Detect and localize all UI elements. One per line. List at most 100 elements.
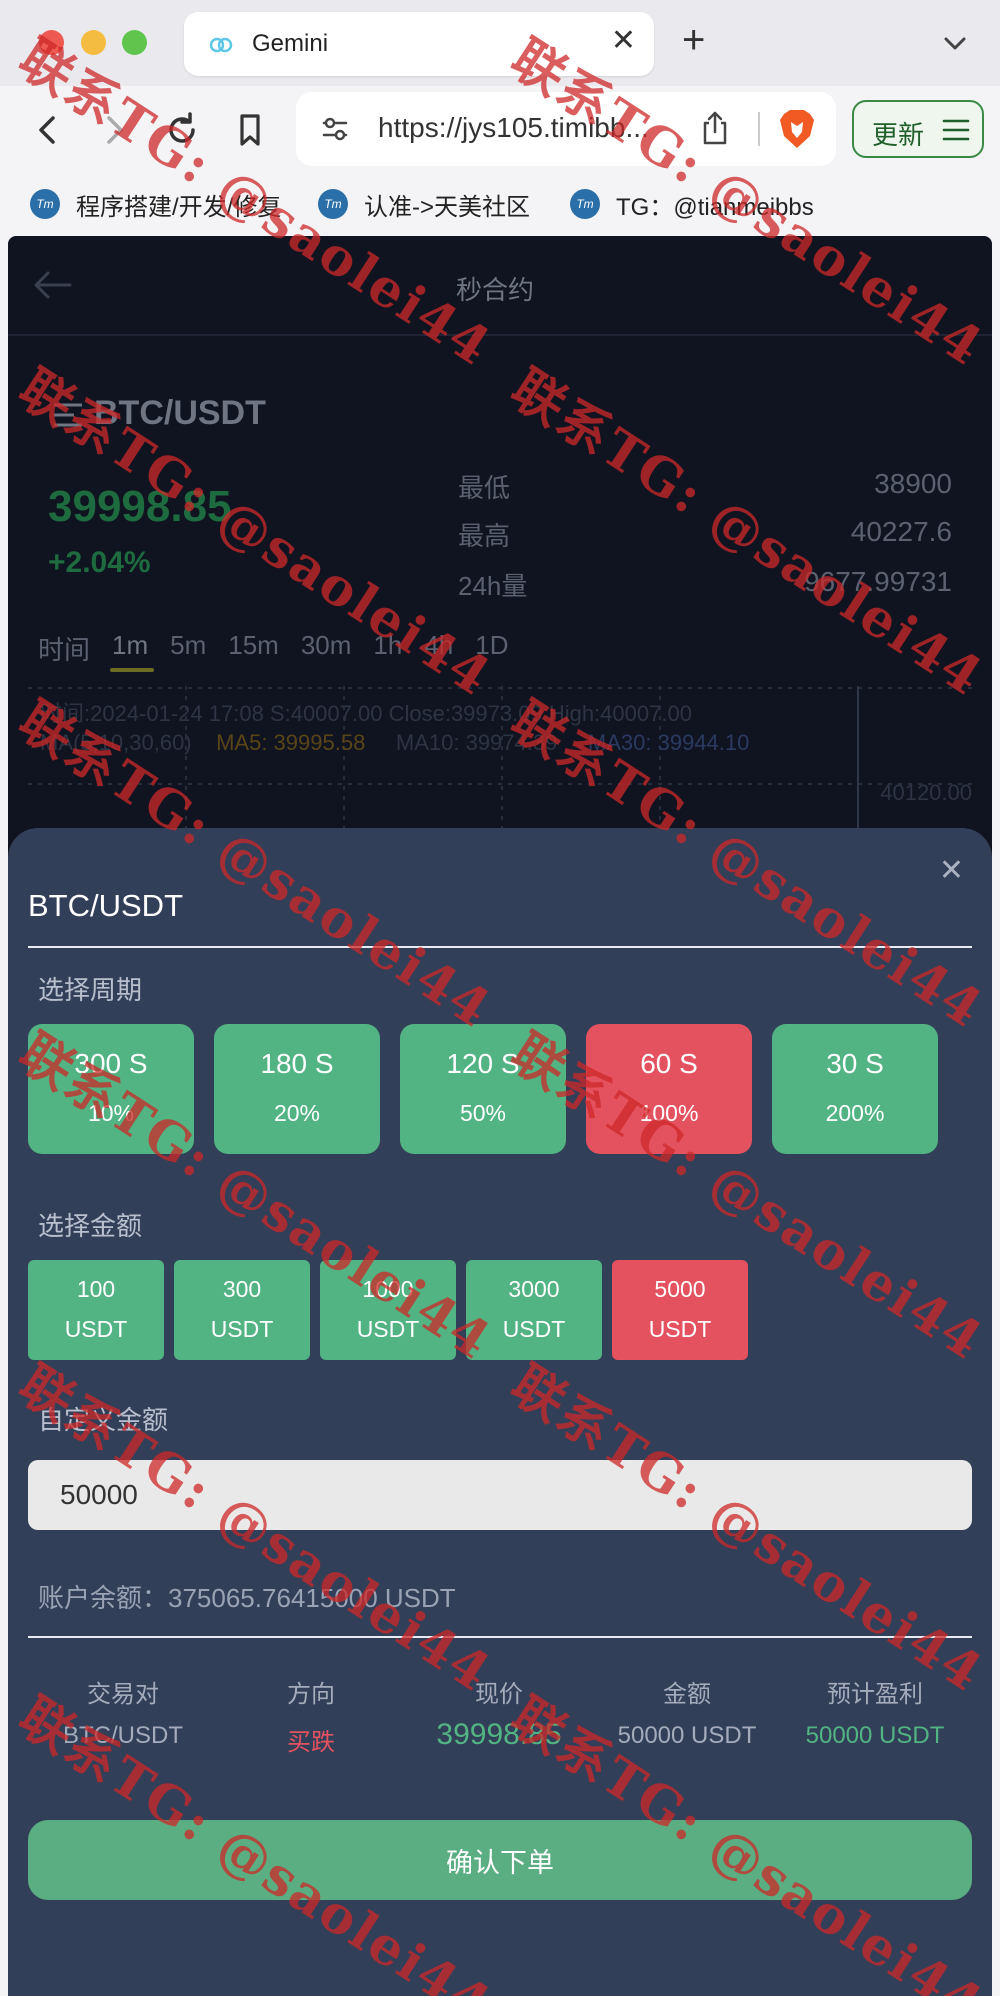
- amount-option-1000[interactable]: 1000 USDT: [320, 1260, 456, 1360]
- bookmark-label: 程序搭建/开发/修复: [76, 193, 282, 221]
- hamburger-icon: [942, 119, 970, 141]
- period-rate: 50%: [459, 1100, 507, 1126]
- update-button[interactable]: 更新: [852, 100, 984, 158]
- summary-value-pair: BTC/USDT: [63, 1722, 183, 1749]
- current-price: 39998.85: [48, 482, 232, 531]
- summary-header-pair: 交易对: [87, 1681, 159, 1708]
- time-tab-15m[interactable]: 15m: [228, 630, 279, 667]
- brave-lion-icon[interactable]: [778, 108, 816, 150]
- stat-label-low: 最低: [458, 473, 511, 503]
- amount-value: 3000: [508, 1276, 560, 1302]
- confirm-order-button[interactable]: 确认下单: [28, 1820, 972, 1900]
- back-arrow-icon[interactable]: [32, 270, 74, 300]
- time-tabs: 时间 1m 5m 15m 30m 1h 4h 1D: [38, 630, 509, 667]
- chart-ma30: MA30: 39944.10: [587, 730, 750, 755]
- amount-option-5000[interactable]: 5000 USDT: [612, 1260, 748, 1360]
- amount-option-300[interactable]: 300 USDT: [174, 1260, 310, 1360]
- sheet-title: BTC/USDT: [28, 888, 183, 923]
- amount-value: 5000: [654, 1276, 706, 1302]
- amount-value: 300: [222, 1276, 262, 1302]
- custom-amount-label: 自定义金额: [38, 1405, 169, 1435]
- time-tab-label: 时间: [38, 635, 91, 665]
- browser-tab-gemini[interactable]: Gemini ✕: [184, 12, 654, 76]
- address-bar-divider: [758, 112, 760, 146]
- tm-site-icon: Tm: [30, 189, 60, 219]
- period-section-label: 选择周期: [38, 975, 143, 1005]
- amount-section-label: 选择金额: [38, 1211, 143, 1241]
- period-option-60s[interactable]: 60 S 100%: [586, 1024, 752, 1154]
- time-tab-1h[interactable]: 1h: [373, 630, 402, 667]
- custom-amount-input[interactable]: [28, 1460, 972, 1530]
- amount-unit: USDT: [502, 1316, 566, 1342]
- tab-list-chevron-down-icon[interactable]: [940, 28, 970, 58]
- bookmark-item[interactable]: Tm 认准->天美社区: [318, 186, 530, 222]
- summary-header-amount: 金额: [663, 1681, 711, 1708]
- time-tab-1m[interactable]: 1m: [112, 630, 148, 667]
- tune-icon[interactable]: [320, 114, 350, 144]
- stat-label-volume: 24h量: [458, 571, 528, 601]
- period-rate: 20%: [273, 1100, 321, 1126]
- chart-ma5: MA5: 39995.58: [216, 730, 366, 755]
- period-option-180s[interactable]: 180 S 20%: [214, 1024, 380, 1154]
- back-icon[interactable]: [26, 108, 70, 152]
- amount-unit: USDT: [648, 1316, 712, 1342]
- amount-unit: USDT: [356, 1316, 420, 1342]
- chart-ma10: MA10: 39974.39: [395, 730, 558, 755]
- window-close-button[interactable]: [39, 30, 64, 55]
- bookmark-label: TG：@tianmeibbs: [616, 193, 814, 221]
- menu-icon: [54, 403, 82, 427]
- price-change: +2.04%: [48, 546, 151, 579]
- tm-site-icon: Tm: [318, 189, 348, 219]
- time-tab-30m[interactable]: 30m: [301, 630, 352, 667]
- summary-header-profit: 预计盈利: [827, 1681, 923, 1708]
- bookmark-item[interactable]: Tm TG：@tianmeibbs: [570, 186, 814, 222]
- summary-value-amount: 50000 USDT: [617, 1722, 757, 1749]
- tm-site-icon: Tm: [570, 189, 600, 219]
- close-icon[interactable]: ✕: [939, 856, 964, 886]
- period-duration: 120 S: [446, 1048, 520, 1079]
- order-sheet: ✕ BTC/USDT 选择周期 300 S 10% 180 S 20% 120 …: [8, 828, 992, 1996]
- period-duration: 300 S: [74, 1048, 148, 1079]
- new-tab-plus-icon[interactable]: +: [682, 20, 705, 60]
- window-maximize-button[interactable]: [122, 30, 147, 55]
- bookmark-item[interactable]: Tm 程序搭建/开发/修复: [30, 186, 281, 222]
- pair-selector[interactable]: BTC/USDT: [52, 394, 266, 433]
- period-duration: 180 S: [260, 1048, 334, 1079]
- address-bar[interactable]: https://jys105.timibb...: [296, 92, 836, 166]
- url-text[interactable]: https://jys105.timibb...: [378, 112, 678, 144]
- tab-title: Gemini: [252, 30, 329, 57]
- amount-option-3000[interactable]: 3000 USDT: [466, 1260, 602, 1360]
- account-balance: 账户余额：375065.76415000 USDT: [38, 1583, 456, 1613]
- chart-info-line: 时间:2024-01-24 17:08 S:40007.00 Close:399…: [40, 701, 692, 726]
- stat-value-volume: 9677.99731: [804, 566, 952, 597]
- period-rate: 100%: [639, 1100, 699, 1126]
- time-tab-1d[interactable]: 1D: [475, 630, 508, 667]
- bookmarks-bar: Tm 程序搭建/开发/修复 Tm 认准->天美社区 Tm TG：@tianmei…: [0, 176, 1000, 232]
- reload-icon[interactable]: [160, 108, 204, 152]
- amount-option-100[interactable]: 100 USDT: [28, 1260, 164, 1360]
- stat-value-high: 40227.6: [850, 516, 952, 547]
- active-tab-underline: [110, 668, 154, 672]
- time-tab-5m[interactable]: 5m: [170, 630, 206, 667]
- amount-value: 100: [76, 1276, 116, 1302]
- amount-value: 1000: [362, 1276, 414, 1302]
- bookmark-icon[interactable]: [228, 108, 272, 152]
- browser-toolbar: https://jys105.timibb... 更新: [0, 86, 1000, 176]
- chart-ma-line: MA(5,10,30,60) MA5: 39995.58 MA10: 39974…: [40, 730, 749, 756]
- tab-close-icon[interactable]: ✕: [611, 26, 636, 56]
- browser-tab-bar: Gemini ✕ +: [0, 0, 1000, 86]
- share-icon[interactable]: [698, 110, 732, 146]
- forward-icon[interactable]: [92, 108, 136, 152]
- pair-name: BTC/USDT: [94, 394, 266, 432]
- amount-unit: USDT: [64, 1316, 128, 1342]
- time-tab-4h[interactable]: 4h: [424, 630, 453, 667]
- window-minimize-button[interactable]: [81, 30, 106, 55]
- stat-label-high: 最高: [458, 521, 511, 551]
- gemini-icon: [209, 37, 233, 53]
- period-option-300s[interactable]: 300 S 10%: [28, 1024, 194, 1154]
- bookmark-label: 认准->天美社区: [364, 193, 531, 221]
- update-label: 更新: [872, 120, 925, 150]
- period-option-120s[interactable]: 120 S 50%: [400, 1024, 566, 1154]
- summary-value-price: 39998.85: [436, 1718, 562, 1751]
- period-option-30s[interactable]: 30 S 200%: [772, 1024, 938, 1154]
